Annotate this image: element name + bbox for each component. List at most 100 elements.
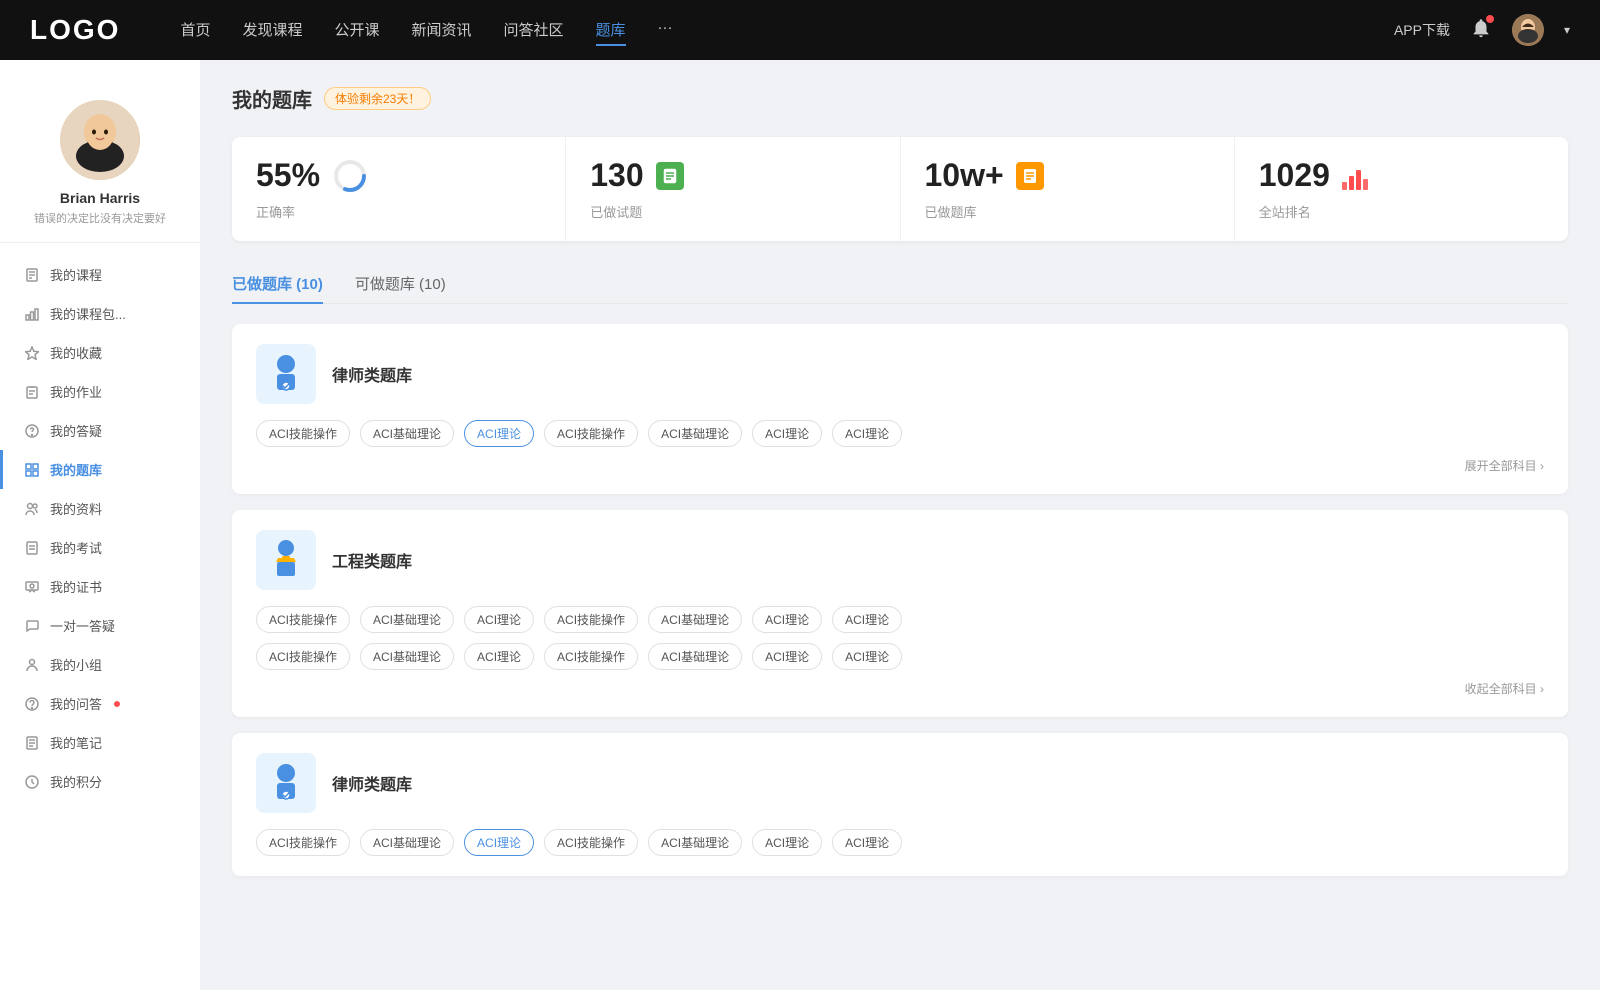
qbank-tag[interactable]: ACI基础理论 [360, 606, 454, 633]
stat-label-accuracy: 正确率 [256, 202, 541, 221]
main-content: 我的题库 体验剩余23天！ 55% 正确率 [200, 60, 1600, 990]
page-title: 我的题库 [232, 84, 312, 113]
note-icon [24, 735, 40, 751]
sidebar-item-exams[interactable]: 我的考试 [0, 528, 200, 567]
sidebar-item-notes[interactable]: 我的笔记 [0, 723, 200, 762]
chat-icon [24, 618, 40, 634]
qbank-tag[interactable]: ACI技能操作 [544, 643, 638, 670]
sidebar-label: 我的小组 [50, 655, 102, 674]
sidebar-item-1on1[interactable]: 一对一答疑 [0, 606, 200, 645]
qbank-tag[interactable]: ACI理论 [752, 643, 822, 670]
qbank-tag[interactable]: ACI基础理论 [360, 643, 454, 670]
user-dropdown-icon[interactable]: ▾ [1564, 23, 1570, 37]
avatar[interactable] [1512, 14, 1544, 46]
qbank-tag[interactable]: ACI技能操作 [256, 606, 350, 633]
stat-value-banks: 10w+ [925, 157, 1004, 194]
stat-card-accuracy: 55% 正确率 [232, 137, 566, 241]
expand-link[interactable]: 展开全部科目 › [1465, 457, 1544, 474]
sidebar-item-course-pkg[interactable]: 我的课程包... [0, 294, 200, 333]
app-download-link[interactable]: APP下载 [1394, 20, 1450, 40]
qbank-tags-row1: ACI技能操作 ACI基础理论 ACI理论 ACI技能操作 ACI基础理论 AC… [256, 606, 1544, 633]
sidebar-label: 我的作业 [50, 382, 102, 401]
tab-done-banks[interactable]: 已做题库 (10) [232, 265, 323, 304]
sidebar-label: 我的答疑 [50, 421, 102, 440]
nav-link-more[interactable]: ··· [658, 15, 673, 46]
qbank-header: 工程类题库 [256, 530, 1544, 590]
star-icon [24, 345, 40, 361]
qbank-tag[interactable]: ACI技能操作 [256, 420, 350, 447]
nav-link-courses[interactable]: 发现课程 [242, 15, 302, 46]
qbank-tags: ACI技能操作 ACI基础理论 ACI理论 ACI技能操作 ACI基础理论 AC… [256, 420, 1544, 447]
stat-label-banks: 已做题库 [925, 202, 1210, 221]
qbank-tag-selected[interactable]: ACI理论 [464, 420, 534, 447]
question-circle-icon [24, 423, 40, 439]
trial-badge: 体验剩余23天！ [324, 87, 431, 110]
qbank-tag[interactable]: ACI技能操作 [544, 606, 638, 633]
collapse-link[interactable]: 收起全部科目 › [1465, 680, 1544, 697]
qa-icon [24, 696, 40, 712]
grid-icon [24, 462, 40, 478]
qbank-tag[interactable]: ACI理论 [464, 643, 534, 670]
nav-link-home[interactable]: 首页 [180, 15, 210, 46]
sidebar-label: 我的证书 [50, 577, 102, 596]
nav-link-qbank[interactable]: 题库 [596, 15, 626, 46]
qbank-tag[interactable]: ACI理论 [832, 829, 902, 856]
qbank-avatar-lawyer2 [256, 753, 316, 813]
sidebar: Brian Harris 错误的决定比没有决定要好 我的课程 我的课程包... [0, 60, 200, 990]
people-icon [24, 501, 40, 517]
qbank-tag[interactable]: ACI理论 [832, 606, 902, 633]
stat-card-questions: 130 已做试题 [566, 137, 900, 241]
qbank-tag[interactable]: ACI基础理论 [360, 829, 454, 856]
navbar-right: APP下载 ▾ [1394, 14, 1570, 46]
sidebar-item-my-courses[interactable]: 我的课程 [0, 255, 200, 294]
qbank-tag[interactable]: ACI技能操作 [544, 829, 638, 856]
notification-bell[interactable] [1470, 17, 1492, 44]
qbank-tag[interactable]: ACI理论 [752, 420, 822, 447]
notification-badge [1486, 15, 1494, 23]
tab-available-banks[interactable]: 可做题库 (10) [355, 265, 446, 304]
clipboard-icon [24, 384, 40, 400]
engineer-icon [262, 536, 310, 584]
sidebar-item-group[interactable]: 我的小组 [0, 645, 200, 684]
qbank-tag[interactable]: ACI理论 [832, 420, 902, 447]
qa-badge [114, 701, 120, 707]
stat-value-ranking: 1029 [1259, 157, 1330, 194]
qbank-tag[interactable]: ACI基础理论 [648, 420, 742, 447]
sidebar-menu: 我的课程 我的课程包... 我的收藏 我的作业 [0, 251, 200, 805]
qbank-tag[interactable]: ACI基础理论 [648, 643, 742, 670]
sidebar-item-certificate[interactable]: 我的证书 [0, 567, 200, 606]
bar-chart-icon [1342, 162, 1368, 190]
sidebar-item-answering[interactable]: 我的答疑 [0, 411, 200, 450]
qbank-tag[interactable]: ACI理论 [752, 829, 822, 856]
qbank-card-engineer: 工程类题库 ACI技能操作 ACI基础理论 ACI理论 ACI技能操作 ACI基… [232, 510, 1568, 717]
qbank-tag[interactable]: ACI基础理论 [648, 606, 742, 633]
user-motto: 错误的决定比没有决定要好 [22, 210, 178, 226]
nav-link-qa[interactable]: 问答社区 [504, 15, 564, 46]
qbank-tag-selected[interactable]: ACI理论 [464, 829, 534, 856]
qbank-tag[interactable]: ACI技能操作 [544, 420, 638, 447]
sidebar-item-myqa[interactable]: 我的问答 [0, 684, 200, 723]
sidebar-item-favorites[interactable]: 我的收藏 [0, 333, 200, 372]
qbank-tag[interactable]: ACI技能操作 [256, 643, 350, 670]
qbank-tag[interactable]: ACI基础理论 [648, 829, 742, 856]
nav-link-open[interactable]: 公开课 [334, 15, 379, 46]
page-container: Brian Harris 错误的决定比没有决定要好 我的课程 我的课程包... [0, 60, 1600, 990]
logo: LOGO [30, 14, 120, 46]
profile-section: Brian Harris 错误的决定比没有决定要好 [0, 80, 200, 243]
chart-icon [24, 306, 40, 322]
qbank-tag[interactable]: ACI技能操作 [256, 829, 350, 856]
stat-value-accuracy: 55% [256, 157, 320, 194]
sidebar-label: 我的课程 [50, 265, 102, 284]
qbank-tag[interactable]: ACI基础理论 [360, 420, 454, 447]
sidebar-item-homework[interactable]: 我的作业 [0, 372, 200, 411]
qbank-tag[interactable]: ACI理论 [464, 606, 534, 633]
stat-top: 10w+ [925, 157, 1210, 194]
qbank-tag[interactable]: ACI理论 [832, 643, 902, 670]
qbank-tag[interactable]: ACI理论 [752, 606, 822, 633]
donut-chart-icon [332, 158, 368, 194]
sidebar-item-points[interactable]: 我的积分 [0, 762, 200, 801]
sidebar-item-profile[interactable]: 我的资料 [0, 489, 200, 528]
stat-label-questions: 已做试题 [590, 202, 875, 221]
sidebar-item-qbank[interactable]: 我的题库 [0, 450, 200, 489]
nav-link-news[interactable]: 新闻资讯 [412, 15, 472, 46]
